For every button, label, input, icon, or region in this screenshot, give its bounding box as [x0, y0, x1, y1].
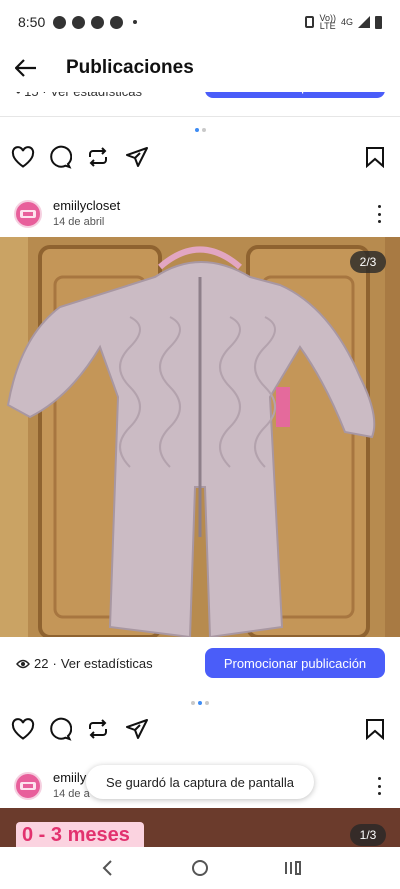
post-photo — [0, 237, 400, 637]
bookmark-icon — [366, 147, 384, 168]
post-header: emiilycloset 14 de abril — [0, 198, 400, 238]
more-options-button[interactable] — [372, 205, 386, 223]
repost-icon — [89, 719, 107, 739]
repost-icon — [89, 147, 107, 167]
store-logo-icon — [20, 782, 36, 790]
carousel-dot — [201, 128, 206, 132]
nav-back-button[interactable] — [87, 848, 127, 888]
nav-home-button[interactable] — [180, 848, 220, 888]
chevron-left-icon — [102, 860, 112, 876]
vibrate-icon — [305, 16, 315, 28]
avatar[interactable] — [14, 772, 42, 800]
more-options-button[interactable] — [372, 777, 386, 795]
next-post-image[interactable]: 0 - 3 meses 1/3 — [0, 808, 400, 848]
post-date: 14 de abril — [53, 216, 105, 228]
share-button[interactable] — [124, 716, 150, 742]
heart-icon — [11, 718, 35, 740]
whatsapp-notification-icon — [72, 15, 86, 29]
store-logo-icon — [20, 210, 36, 218]
signal-icon — [358, 16, 370, 28]
heart-icon — [11, 146, 35, 168]
send-icon — [126, 719, 148, 739]
like-button[interactable] — [10, 144, 36, 170]
volte-label: Vo)) LTE — [319, 13, 336, 31]
username[interactable]: emiilycloset — [53, 198, 120, 213]
post-stats-row: 22 · Ver estadísticas Promocionar public… — [0, 648, 400, 678]
carousel-dot — [205, 701, 209, 705]
post-actions — [0, 716, 400, 746]
comment-icon — [50, 717, 72, 741]
network-type: 4G — [340, 17, 353, 27]
app-header: Publicaciones — [0, 44, 400, 92]
messenger-notification-icon-2 — [110, 15, 124, 29]
avatar[interactable] — [14, 200, 42, 228]
view-stats-link[interactable]: 22 · Ver estadísticas — [16, 656, 153, 671]
battery-icon — [375, 15, 382, 29]
arrow-left-icon — [15, 59, 36, 77]
like-button[interactable] — [10, 716, 36, 742]
view-count: 22 — [34, 656, 49, 671]
send-icon — [126, 147, 148, 167]
carousel-dot — [191, 701, 195, 705]
more-notifications-dot — [133, 20, 138, 24]
carousel-dot — [194, 128, 199, 132]
carousel-dots-previous — [0, 128, 400, 132]
recents-icon — [285, 861, 302, 875]
divider — [0, 116, 400, 117]
previous-post-actions — [0, 144, 400, 174]
repost-button[interactable] — [85, 716, 111, 742]
comment-icon — [50, 145, 72, 169]
image-counter: 2/3 — [350, 251, 386, 273]
image-counter: 1/3 — [350, 824, 386, 846]
repost-button[interactable] — [85, 144, 111, 170]
messenger-notification-icon — [53, 15, 67, 29]
username[interactable]: emiily — [53, 770, 86, 785]
status-time: 8:50 — [18, 14, 46, 30]
comment-button[interactable] — [47, 716, 73, 742]
back-button[interactable] — [0, 44, 52, 92]
stats-label: Ver estadísticas — [60, 656, 153, 671]
save-button[interactable] — [362, 716, 388, 742]
bookmark-icon — [366, 719, 384, 740]
eye-icon — [16, 659, 30, 668]
image-tag: 0 - 3 meses — [16, 822, 144, 848]
page-title: Publicaciones — [66, 57, 194, 78]
facebook-notification-icon — [91, 15, 105, 29]
stats-separator: · — [52, 656, 57, 671]
post-image[interactable]: 2/3 — [0, 237, 400, 637]
promote-button[interactable]: Promocionar publicación — [205, 648, 385, 678]
carousel-dot-active — [198, 701, 202, 705]
home-circle-icon — [191, 860, 208, 876]
post-date: 14 de a — [53, 788, 90, 800]
carousel-dots — [0, 701, 400, 705]
nav-recents-button[interactable] — [273, 848, 313, 888]
status-bar: 8:50 Vo)) LTE 4G — [0, 0, 400, 44]
save-button[interactable] — [362, 144, 388, 170]
system-nav-bar — [0, 847, 400, 889]
share-button[interactable] — [124, 144, 150, 170]
comment-button[interactable] — [47, 144, 73, 170]
screenshot-toast: Se guardó la captura de pantalla — [86, 765, 314, 799]
